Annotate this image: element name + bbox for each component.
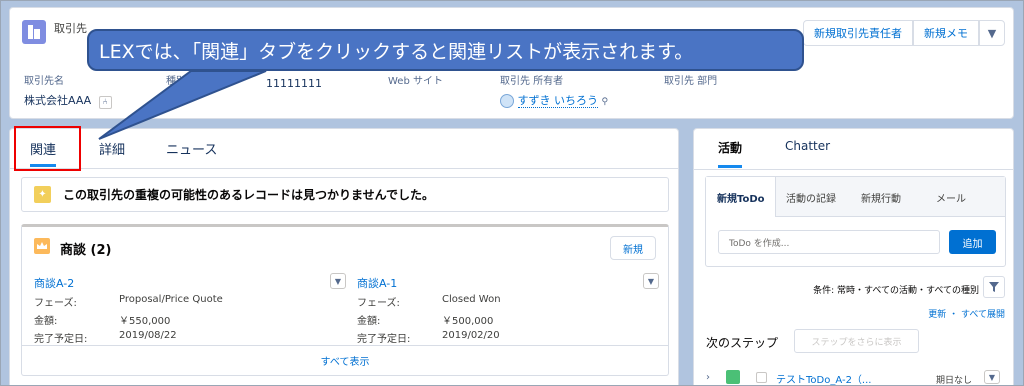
filter-text: 条件: 常時・すべての活動・すべての種別 (813, 286, 979, 296)
object-label: 取引先 (54, 22, 87, 35)
tab-news[interactable]: ニュース (166, 139, 217, 158)
tab-log-call[interactable]: 活動の記録 (786, 190, 836, 205)
todo-input[interactable]: ToDo を作成... (718, 230, 940, 254)
hierarchy-icon[interactable]: ⑃ (98, 96, 112, 109)
chevron-down-icon: ▼ (987, 26, 997, 40)
add-button[interactable]: 追加 (949, 230, 996, 254)
next-steps-heading: 次のステップ (706, 336, 779, 350)
field-division: 取引先 部門 (664, 76, 718, 87)
filter-button[interactable] (983, 276, 1005, 298)
task-link[interactable]: テストToDo_A-2（... (776, 371, 871, 385)
new-contact-button[interactable]: 新規取引先責任者 (803, 20, 913, 46)
opportunities-related-list: 商談 (2) 新規 商談A-2 ▼ フェーズ: Proposal/Price Qu… (21, 224, 669, 376)
tab-activity[interactable]: 活動 (718, 139, 743, 168)
opportunities-title[interactable]: 商談 (2) (60, 239, 111, 258)
change-owner-icon[interactable]: ⚲ (602, 97, 609, 107)
screenshot-frame: 取引先 新規取引先責任者 新規メモ ▼ 取引先名 株式会社AAA ⑃ 種別 C … (0, 0, 1024, 386)
view-all-link[interactable]: すべて表示 (22, 345, 668, 375)
tab-email[interactable]: メール (936, 190, 966, 205)
task-menu-button[interactable]: ▼ (984, 370, 1000, 384)
account-icon (22, 20, 46, 44)
tab-chatter[interactable]: Chatter (785, 139, 830, 153)
timeline-links: 更新 ・ すべて展開 (928, 310, 1005, 320)
tab-details[interactable]: 詳細 (99, 139, 125, 158)
opportunity-record: 商談A-2 ▼ フェーズ: Proposal/Price Quote 金額: ￥55… (34, 273, 350, 345)
duplicate-message: この取引先の重複の可能性のあるレコードは見つかりませんでした。 (63, 188, 435, 202)
chevron-down-icon: ▼ (988, 372, 996, 382)
field-account-name: 取引先名 株式会社AAA ⑃ (24, 72, 112, 109)
crown-icon (34, 238, 50, 254)
task-checkbox[interactable] (756, 372, 767, 383)
chevron-down-icon: ▼ (647, 276, 655, 286)
more-steps-button[interactable]: ステップをさらに表示 (794, 329, 919, 353)
chevron-right-icon[interactable]: › (706, 372, 710, 383)
filter-icon (989, 282, 999, 292)
duplicate-icon: ✦ (34, 186, 51, 203)
field-owner: 取引先 所有者 すずき いちろう ⚲ (500, 76, 609, 108)
activity-publisher: 新規ToDo 活動の記録 新規行動 メール ToDo を作成... 追加 (705, 176, 1006, 267)
record-menu-button[interactable]: ▼ (330, 273, 346, 289)
task-due: 期日なし (936, 376, 973, 386)
refresh-link[interactable]: 更新 (928, 310, 946, 320)
field-phone: 11111111 (266, 77, 322, 90)
opportunity-link[interactable]: 商談A-1 (357, 275, 673, 291)
chevron-down-icon: ▼ (334, 276, 342, 286)
new-opportunity-button[interactable]: 新規 (610, 236, 656, 260)
expand-all-link[interactable]: すべて展開 (961, 310, 1005, 320)
owner-link[interactable]: すずき いちろう (517, 94, 598, 108)
opportunity-link[interactable]: 商談A-2 (34, 275, 350, 291)
callout-annotation: LEXでは、「関連」タブをクリックすると関連リストが表示されます。 (87, 29, 804, 71)
tab-new-event[interactable]: 新規行動 (861, 190, 901, 205)
publisher-tabs: 新規ToDo 活動の記録 新規行動 メール (706, 177, 1005, 217)
duplicate-notice: ✦ この取引先の重複の可能性のあるレコードは見つかりませんでした。 (21, 177, 669, 212)
record-tabs: 関連 詳細 ニュース (10, 126, 678, 171)
opportunity-record: 商談A-1 ▼ フェーズ: Closed Won 金額: ￥500,000 完了予定… (357, 273, 673, 345)
header-actions: 新規取引先責任者 新規メモ ▼ (803, 20, 1005, 46)
user-avatar-icon (500, 94, 514, 108)
tab-new-todo[interactable]: 新規ToDo (717, 190, 765, 205)
activity-card: 活動 Chatter 新規ToDo 活動の記録 新規行動 メール ToDo を作… (693, 128, 1014, 386)
record-menu-button[interactable]: ▼ (643, 273, 659, 289)
more-actions-button[interactable]: ▼ (979, 20, 1005, 46)
field-website: Web サイト (388, 76, 443, 87)
task-icon (726, 370, 740, 384)
field-type: 種別 C (166, 76, 186, 105)
highlight-box (14, 126, 81, 171)
task-item: › テストToDo_A-2（... 期日なし ▼ (706, 370, 1006, 386)
main-card: 関連 詳細 ニュース ✦ この取引先の重複の可能性のあるレコードは見つかりません… (9, 126, 679, 385)
new-note-button[interactable]: 新規メモ (913, 20, 979, 46)
